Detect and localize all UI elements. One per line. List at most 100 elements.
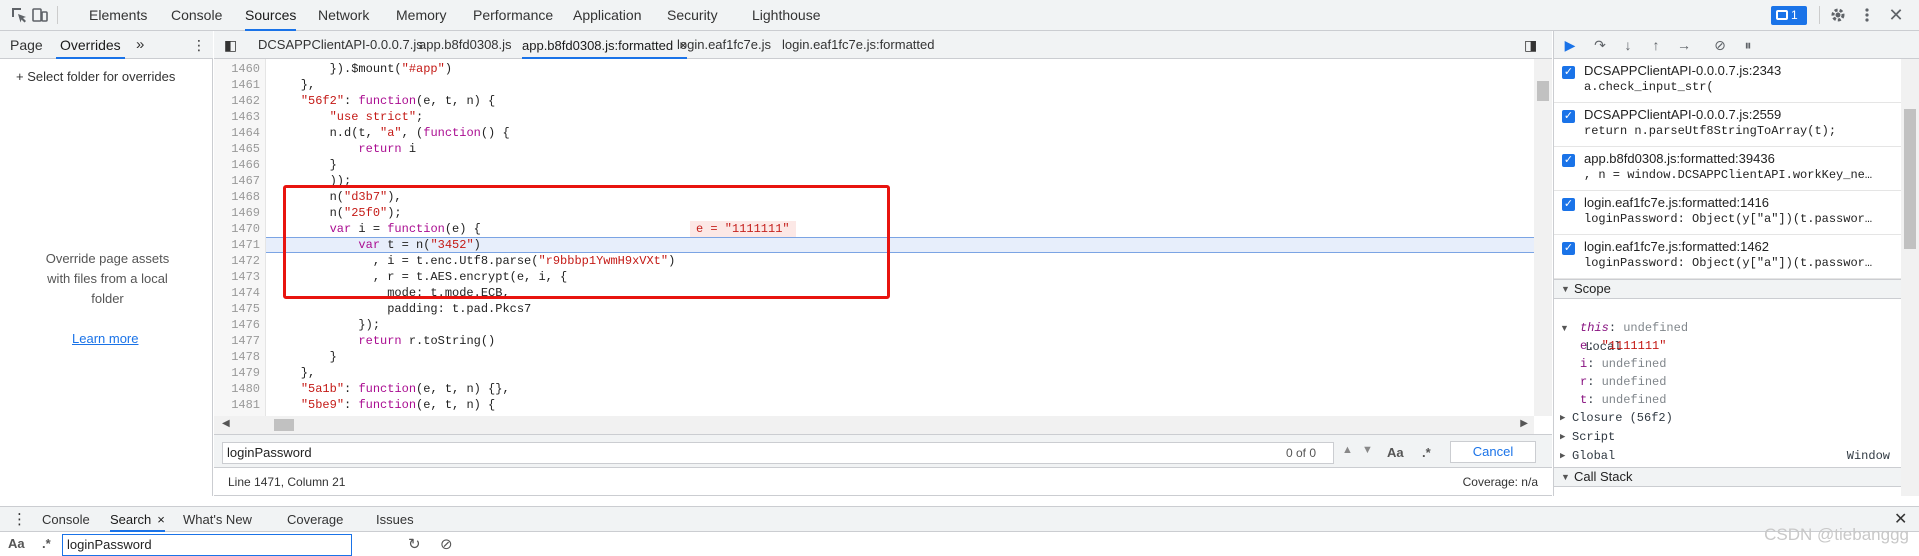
cancel-button[interactable]: Cancel [1450, 441, 1536, 463]
find-input[interactable]: loginPassword [222, 442, 1334, 464]
tab-network[interactable]: Network [318, 0, 369, 31]
line-number[interactable]: 1477 [214, 333, 260, 349]
clear-icon[interactable]: ⊘ [440, 535, 453, 553]
step-into-icon[interactable]: ↓ [1620, 37, 1636, 53]
search-query-input[interactable]: loginPassword [62, 534, 352, 556]
drawer-tab-console[interactable]: Console [42, 507, 90, 532]
breakpoint-item[interactable]: ✓ DCSAPPClientAPI-0.0.0.7.js:2559 return… [1554, 103, 1902, 147]
previous-match-icon[interactable]: ▲ [1342, 444, 1353, 456]
scrollbar-thumb[interactable] [1537, 81, 1549, 101]
call-stack-section-header[interactable]: ▼ Call Stack [1554, 467, 1902, 487]
breakpoint-item[interactable]: ✓ login.eaf1fc7e.js:formatted:1416 login… [1554, 191, 1902, 235]
tab-memory[interactable]: Memory [396, 0, 447, 31]
tab-sources[interactable]: Sources [245, 0, 297, 31]
settings-gear-icon[interactable] [1829, 6, 1847, 24]
breakpoint-item[interactable]: ✓ app.b8fd0308.js:formatted:39436 , n = … [1554, 147, 1902, 191]
scope-variable[interactable]: t: undefined [1580, 391, 1666, 409]
tab-security[interactable]: Security [667, 0, 718, 31]
debugger-vertical-scrollbar[interactable] [1901, 59, 1919, 496]
more-options-icon[interactable] [1858, 6, 1876, 24]
line-number[interactable]: 1467 [214, 173, 260, 189]
scrollbar-thumb[interactable] [1904, 109, 1916, 249]
learn-more-link[interactable]: Learn more [72, 331, 138, 346]
scroll-left-icon[interactable]: ◀ [222, 418, 230, 429]
line-number[interactable]: 1476 [214, 317, 260, 333]
line-number[interactable]: 1460 [214, 61, 260, 77]
tab-lighthouse[interactable]: Lighthouse [752, 0, 821, 31]
select-folder-button[interactable]: + Select folder for overrides [16, 69, 175, 84]
line-number[interactable]: 1470 [214, 221, 260, 237]
tab-elements[interactable]: Elements [89, 0, 147, 31]
breakpoint-checkbox[interactable]: ✓ [1562, 66, 1575, 79]
line-number[interactable]: 1474 [214, 285, 260, 301]
drawer-tab-whats-new[interactable]: What's New [183, 507, 252, 532]
tab-application[interactable]: Application [573, 0, 642, 31]
close-devtools-icon[interactable]: ✕ [1887, 6, 1905, 24]
resume-icon[interactable]: ▶ [1562, 37, 1578, 53]
line-number[interactable]: 1465 [214, 141, 260, 157]
line-number[interactable]: 1479 [214, 365, 260, 381]
scope-closure[interactable]: ▶ Closure (56f2) [1560, 409, 1673, 427]
file-tab-active[interactable]: app.b8fd0308.js:formatted × [522, 31, 688, 59]
step-over-icon[interactable]: ↷ [1592, 37, 1608, 53]
breakpoint-checkbox[interactable]: ✓ [1562, 110, 1575, 123]
breakpoint-checkbox[interactable]: ✓ [1562, 154, 1575, 167]
tab-page[interactable]: Page [10, 31, 43, 59]
file-tab[interactable]: app.b8fd0308.js [419, 31, 512, 59]
line-number[interactable]: 1478 [214, 349, 260, 365]
step-out-icon[interactable]: ↑ [1648, 37, 1664, 53]
line-number[interactable]: 1462 [214, 93, 260, 109]
breakpoint-checkbox[interactable]: ✓ [1562, 198, 1575, 211]
line-number[interactable]: 1464 [214, 125, 260, 141]
line-number[interactable]: 1475 [214, 301, 260, 317]
drawer-tab-coverage[interactable]: Coverage [287, 507, 343, 532]
scope-variable[interactable]: this: undefined [1580, 319, 1688, 337]
more-tabs-chevron-icon[interactable]: » [136, 31, 144, 59]
drawer-tab-issues[interactable]: Issues [376, 507, 414, 532]
match-case-toggle[interactable]: Aa [8, 536, 25, 551]
toggle-navigator-icon[interactable]: ◧ [224, 31, 237, 59]
line-number[interactable]: 1468 [214, 189, 260, 205]
file-tab[interactable]: DCSAPPClientAPI-0.0.0.7.js [258, 31, 423, 59]
close-tab-icon[interactable]: × [157, 512, 165, 527]
regex-toggle[interactable]: .* [42, 536, 51, 551]
drawer-tab-search[interactable]: Search × [110, 507, 165, 532]
inspect-element-icon[interactable] [10, 6, 28, 24]
tab-overrides[interactable]: Overrides [56, 31, 125, 59]
line-number[interactable]: 1472 [214, 253, 260, 269]
next-match-icon[interactable]: ▼ [1362, 444, 1373, 456]
scrollbar-thumb[interactable] [274, 419, 294, 431]
line-number[interactable]: 1463 [214, 109, 260, 125]
scope-variable[interactable]: e: "1111111" [1580, 337, 1666, 355]
device-toolbar-icon[interactable] [31, 6, 49, 24]
line-number[interactable]: 1480 [214, 381, 260, 397]
file-tab[interactable]: login.eaf1fc7e.js [677, 31, 771, 59]
line-number[interactable]: 1461 [214, 77, 260, 93]
line-number[interactable]: 1466 [214, 157, 260, 173]
editor-vertical-scrollbar[interactable] [1534, 59, 1552, 416]
breakpoint-item[interactable]: ✓ login.eaf1fc7e.js:formatted:1462 login… [1554, 235, 1902, 279]
toggle-debugger-icon[interactable]: ◨ [1524, 31, 1537, 59]
file-tab[interactable]: login.eaf1fc7e.js:formatted [782, 31, 934, 59]
scope-local-header[interactable]: ▼ Local [1560, 301, 1621, 354]
match-case-toggle[interactable]: Aa [1387, 445, 1404, 460]
line-number[interactable]: 1481 [214, 397, 260, 413]
step-icon[interactable]: → [1676, 37, 1692, 53]
deactivate-breakpoints-icon[interactable]: ⊘ [1712, 37, 1728, 53]
breakpoint-item[interactable]: ✓ DCSAPPClientAPI-0.0.0.7.js:2343 a.chec… [1554, 59, 1902, 103]
pause-on-exceptions-icon[interactable]: ⏸ [1740, 37, 1756, 53]
scope-script[interactable]: ▶ Script [1560, 428, 1615, 446]
scroll-right-icon[interactable]: ▶ [1520, 418, 1528, 429]
editor-horizontal-scrollbar[interactable]: ◀ ▶ [214, 416, 1534, 434]
tab-performance[interactable]: Performance [473, 0, 553, 31]
scope-global[interactable]: ▶ Global Window [1560, 447, 1890, 465]
refresh-icon[interactable]: ↻ [408, 535, 421, 553]
line-number[interactable]: 1471 [214, 237, 260, 253]
regex-toggle[interactable]: .* [1422, 445, 1431, 460]
drawer-menu-icon[interactable]: ⋮ [12, 507, 27, 532]
tab-console[interactable]: Console [171, 0, 222, 31]
scope-section-header[interactable]: ▼ Scope [1554, 279, 1902, 299]
breakpoint-checkbox[interactable]: ✓ [1562, 242, 1575, 255]
line-number-gutter[interactable]: 1460 1461 1462 1463 1464 1465 1466 1467 1468 1469… [214, 59, 266, 434]
scope-variable[interactable]: i: undefined [1580, 355, 1666, 373]
